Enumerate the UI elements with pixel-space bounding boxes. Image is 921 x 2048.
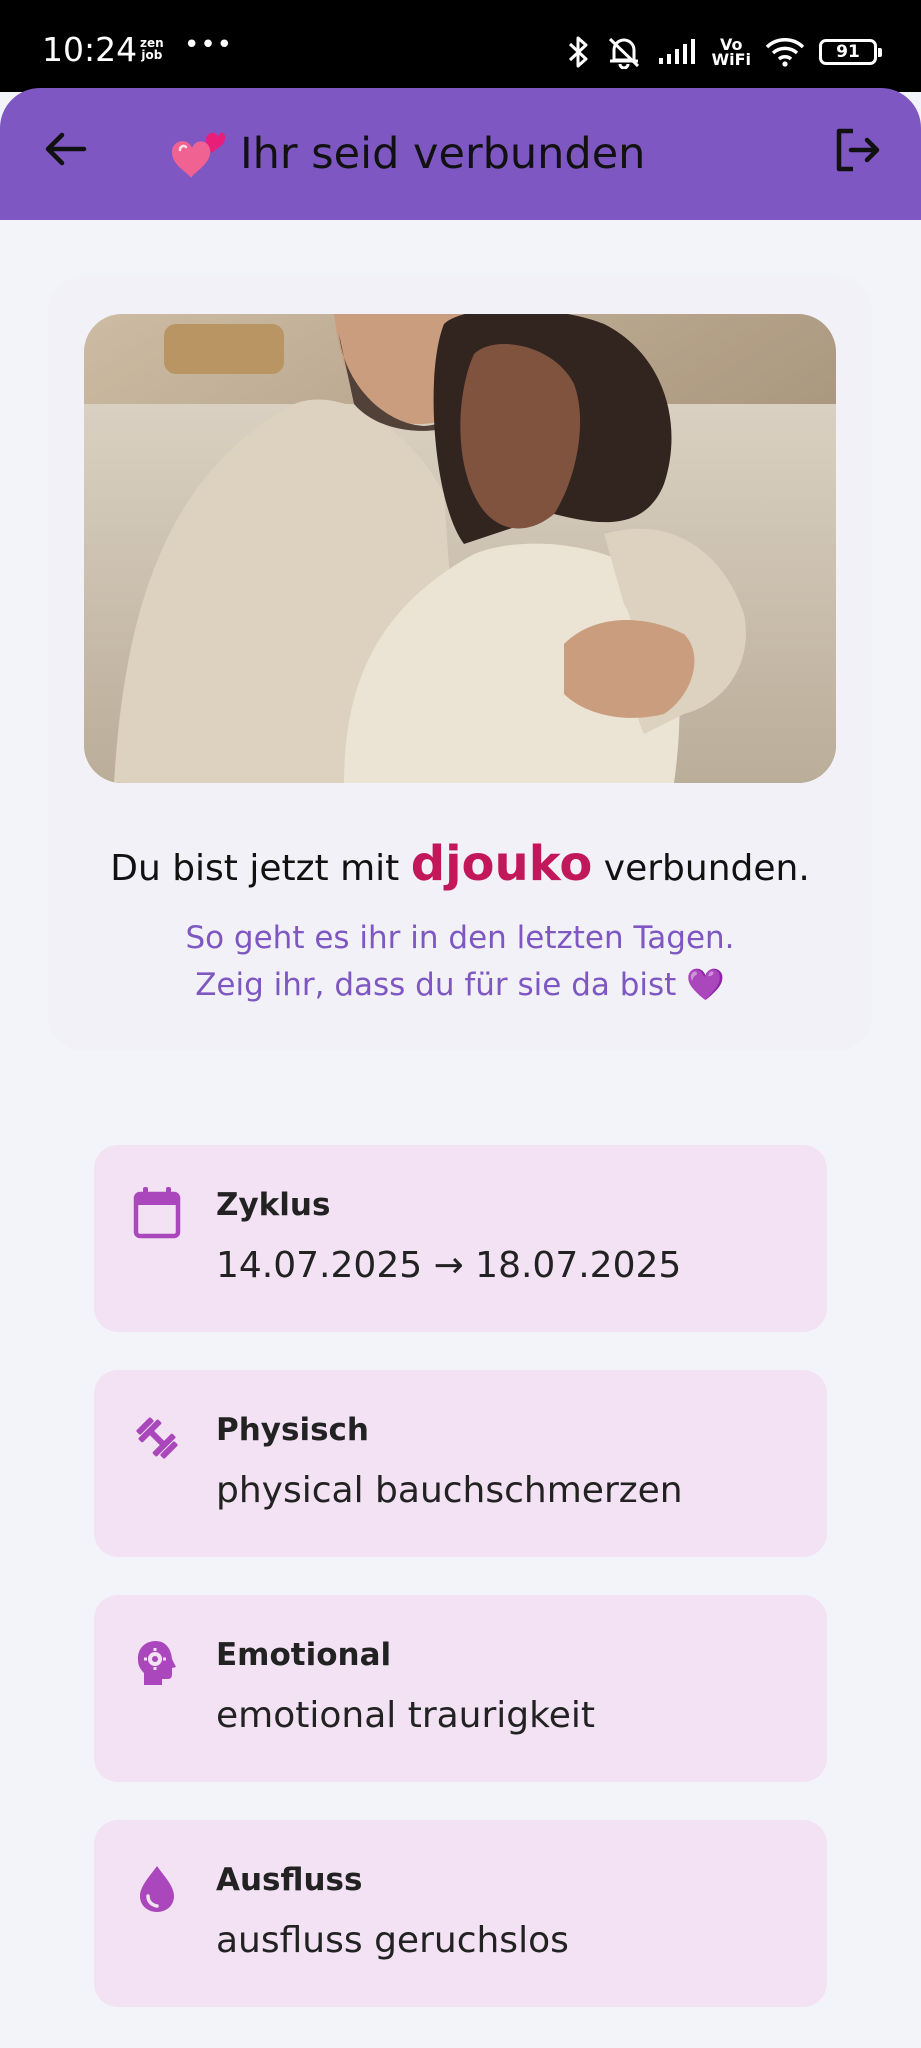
physical-title: Physisch <box>216 1412 369 1448</box>
zenjob-notification-icon: zen job <box>140 36 164 62</box>
logout-icon[interactable] <box>829 122 885 178</box>
app-bar: Ihr seid verbunden <box>0 88 921 220</box>
more-notifications-icon: ••• <box>184 30 234 60</box>
emotional-title: Emotional <box>216 1637 392 1673</box>
physical-value: physical bauchschmerzen <box>216 1470 683 1511</box>
physical-card: Physisch physical bauchschmerzen <box>94 1370 827 1557</box>
vowifi-icon: Vo WiFi <box>711 35 751 69</box>
page-title: Ihr seid verbunden <box>168 126 645 182</box>
status-time: 10:24 <box>42 30 138 69</box>
head-gear-icon <box>137 1641 176 1685</box>
calendar-icon <box>133 1187 181 1239</box>
couple-hero-image <box>84 314 836 783</box>
connected-message: Du bist jetzt mit djouko verbunden. <box>110 836 810 892</box>
drop-icon <box>140 1866 174 1912</box>
connection-card: Du bist jetzt mit djouko verbunden. So g… <box>48 276 872 1050</box>
emotional-value: emotional traurigkeit <box>216 1695 595 1736</box>
discharge-value: ausfluss geruchslos <box>216 1920 569 1961</box>
cycle-value: 14.07.2025 → 18.07.2025 <box>216 1245 682 1286</box>
cycle-card: Zyklus 14.07.2025 → 18.07.2025 <box>94 1145 827 1332</box>
signal-icon <box>659 39 696 64</box>
discharge-title: Ausfluss <box>216 1862 363 1898</box>
status-bar: 10:24 zen job ••• Vo WiFi 91 <box>0 0 921 92</box>
battery-indicator: 91 <box>819 39 882 65</box>
emotional-card: Emotional emotional traurigkeit <box>94 1595 827 1782</box>
two-hearts-icon <box>172 132 226 178</box>
subtitle-line-1: So geht es ihr in den letzten Tagen. <box>185 920 735 956</box>
page-title-text: Ihr seid verbunden <box>240 129 646 179</box>
bell-muted-icon <box>609 37 640 69</box>
partner-name: djouko <box>410 836 593 892</box>
wifi-icon <box>765 38 805 67</box>
status-icons: Vo WiFi 91 <box>565 32 882 72</box>
bluetooth-icon <box>569 36 588 68</box>
subtitle-line-2: Zeig ihr, dass du für sie da bist 💜 <box>195 967 725 1003</box>
cycle-title: Zyklus <box>216 1187 331 1223</box>
back-arrow-icon[interactable] <box>40 124 90 174</box>
dumbbell-icon <box>136 1417 178 1459</box>
discharge-card: Ausfluss ausfluss geruchslos <box>94 1820 827 2007</box>
